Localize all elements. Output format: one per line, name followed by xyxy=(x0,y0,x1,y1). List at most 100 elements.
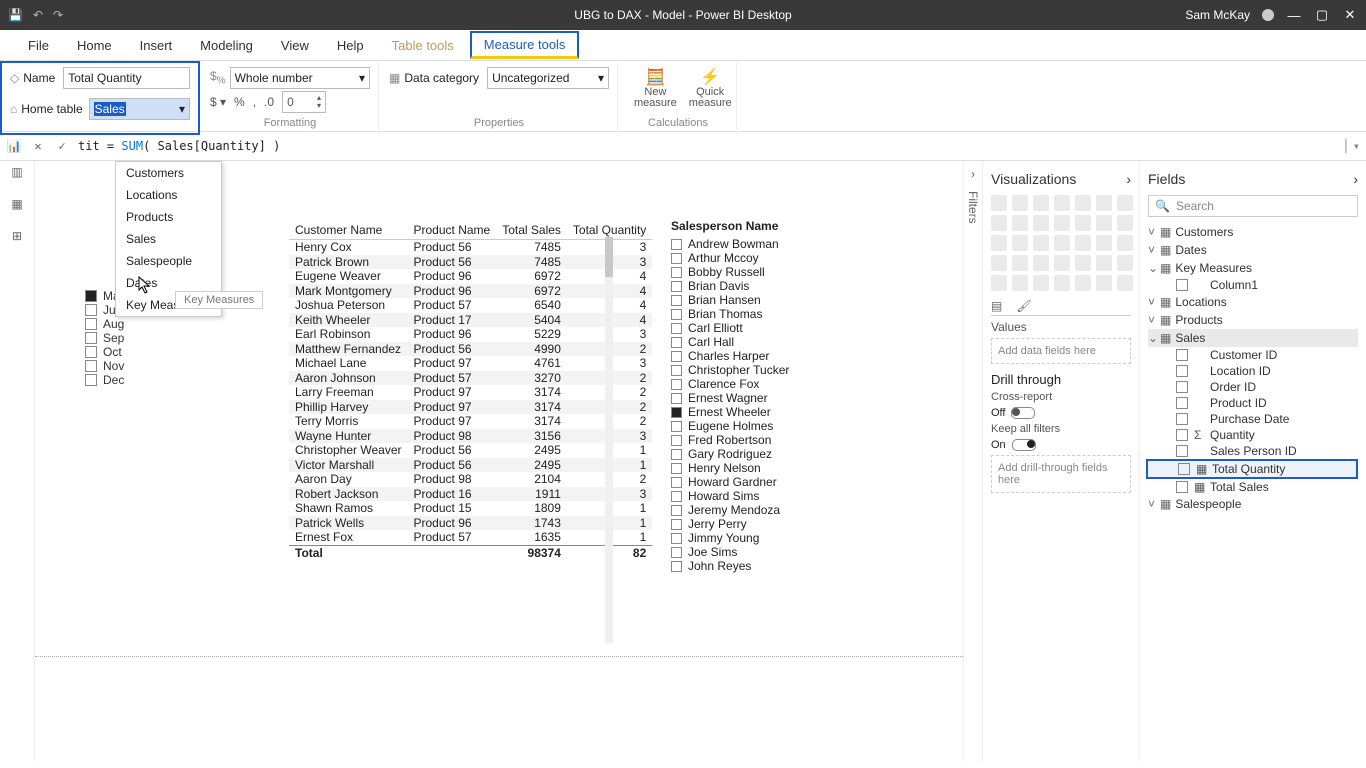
viz-type-button[interactable] xyxy=(1096,275,1112,291)
viz-type-button[interactable] xyxy=(1033,195,1049,211)
fields-table-node[interactable]: ⌄▦ Sales xyxy=(1148,329,1358,347)
salesperson-item[interactable]: John Reyes xyxy=(671,559,789,573)
format-select[interactable]: Whole number▾ xyxy=(230,67,370,89)
table-row[interactable]: Matthew FernandezProduct 5649902 xyxy=(289,342,652,357)
salesperson-item[interactable]: Charles Harper xyxy=(671,349,789,363)
viz-type-button[interactable] xyxy=(1012,195,1028,211)
new-measure-button[interactable]: 🧮 New measure xyxy=(628,67,683,109)
fields-tab-icon[interactable]: ▤ xyxy=(991,299,1002,313)
collapse-viz-icon[interactable]: › xyxy=(1126,171,1131,187)
fields-table-node[interactable]: ⌄▦ Key Measures xyxy=(1148,259,1358,277)
viz-type-button[interactable] xyxy=(991,235,1007,251)
cross-report-toggle[interactable]: Off xyxy=(991,407,1131,419)
values-well[interactable]: Add data fields here xyxy=(991,338,1131,364)
salesperson-item[interactable]: Andrew Bowman xyxy=(671,237,789,251)
hometable-option[interactable]: Salespeople xyxy=(116,250,221,272)
fields-table-node[interactable]: ˅▦ Locations xyxy=(1148,293,1358,311)
salesperson-item[interactable]: Henry Nelson xyxy=(671,461,789,475)
maximize-button[interactable]: ▢ xyxy=(1314,7,1330,23)
table-header[interactable]: Total Sales xyxy=(496,221,567,240)
table-scrollbar[interactable] xyxy=(605,237,613,643)
salesperson-item[interactable]: Jimmy Young xyxy=(671,531,789,545)
table-row[interactable]: Ernest FoxProduct 5716351 xyxy=(289,530,652,545)
viz-type-button[interactable] xyxy=(1054,195,1070,211)
viz-type-button[interactable] xyxy=(1075,275,1091,291)
viz-type-button[interactable] xyxy=(1075,195,1091,211)
salesperson-slicer[interactable]: Salesperson Name Andrew BowmanArthur Mcc… xyxy=(671,219,789,573)
comma-button[interactable]: , xyxy=(253,95,256,109)
hometable-option[interactable]: Products xyxy=(116,206,221,228)
hometable-option[interactable]: Customers xyxy=(116,162,221,184)
data-view-button[interactable]: ▦ xyxy=(11,197,22,211)
salesperson-item[interactable]: Gary Rodriguez xyxy=(671,447,789,461)
currency-button[interactable]: $ ▾ xyxy=(210,95,226,109)
viz-type-button[interactable] xyxy=(1054,235,1070,251)
visualization-picker[interactable] xyxy=(991,195,1131,291)
viz-type-button[interactable] xyxy=(1012,235,1028,251)
fields-field[interactable]: ΣQuantity xyxy=(1148,427,1358,443)
fields-field[interactable]: Column1 xyxy=(1148,277,1358,293)
report-canvas[interactable]: CustomersLocationsProductsSalesSalespeop… xyxy=(35,161,963,761)
table-header[interactable]: Product Name xyxy=(408,221,497,240)
viz-type-button[interactable] xyxy=(1033,215,1049,231)
viz-type-button[interactable] xyxy=(1117,195,1133,211)
viz-type-button[interactable] xyxy=(1117,215,1133,231)
redo-icon[interactable]: ↷ xyxy=(53,8,63,22)
fields-field[interactable]: Order ID xyxy=(1148,379,1358,395)
tab-insert[interactable]: Insert xyxy=(128,32,185,59)
salesperson-item[interactable]: Christopher Tucker xyxy=(671,363,789,377)
format-tab-icon[interactable]: 🖌 xyxy=(1016,299,1031,313)
user-avatar-icon[interactable] xyxy=(1262,9,1274,21)
tab-table-tools[interactable]: Table tools xyxy=(380,32,466,59)
salesperson-item[interactable]: Carl Hall xyxy=(671,335,789,349)
table-row[interactable]: Terry MorrisProduct 9731742 xyxy=(289,414,652,429)
viz-type-button[interactable] xyxy=(1033,235,1049,251)
save-icon[interactable]: 💾 xyxy=(8,8,23,22)
report-view-icon[interactable]: 📊 xyxy=(6,139,22,153)
table-row[interactable]: Shawn RamosProduct 1518091 xyxy=(289,501,652,516)
salesperson-item[interactable]: Fred Robertson xyxy=(671,433,789,447)
table-row[interactable]: Wayne HunterProduct 9831563 xyxy=(289,429,652,444)
cancel-formula-button[interactable]: ✕ xyxy=(30,139,46,153)
viz-type-button[interactable] xyxy=(1033,275,1049,291)
salesperson-item[interactable]: Eugene Holmes xyxy=(671,419,789,433)
salesperson-item[interactable]: Brian Davis xyxy=(671,279,789,293)
fields-search-input[interactable]: 🔍 Search xyxy=(1148,195,1358,217)
percent-button[interactable]: % xyxy=(234,95,245,109)
table-row[interactable]: Keith WheelerProduct 1754044 xyxy=(289,313,652,328)
salesperson-item[interactable]: Carl Elliott xyxy=(671,321,789,335)
salesperson-item[interactable]: Ernest Wheeler xyxy=(671,405,789,419)
viz-type-button[interactable] xyxy=(1012,275,1028,291)
filters-pane-collapsed[interactable]: › Filters xyxy=(963,161,982,761)
month-item[interactable]: Nov xyxy=(85,359,126,373)
tab-help[interactable]: Help xyxy=(325,32,376,59)
month-item[interactable]: Oct xyxy=(85,345,126,359)
viz-type-button[interactable] xyxy=(991,255,1007,271)
viz-type-button[interactable] xyxy=(991,275,1007,291)
viz-type-button[interactable] xyxy=(1075,235,1091,251)
table-row[interactable]: Robert JacksonProduct 1619113 xyxy=(289,487,652,502)
decimals-input[interactable]: 0▴▾ xyxy=(282,91,326,113)
viz-type-button[interactable] xyxy=(1075,255,1091,271)
fields-field[interactable]: Product ID xyxy=(1148,395,1358,411)
salesperson-item[interactable]: Jerry Perry xyxy=(671,517,789,531)
table-row[interactable]: Christopher WeaverProduct 5624951 xyxy=(289,443,652,458)
fields-field[interactable]: ▦Total Sales xyxy=(1148,479,1358,495)
quick-measure-button[interactable]: ⚡ Quick measure xyxy=(683,67,738,109)
salesperson-item[interactable]: Clarence Fox xyxy=(671,377,789,391)
tab-modeling[interactable]: Modeling xyxy=(188,32,265,59)
data-table[interactable]: Customer NameProduct NameTotal SalesTota… xyxy=(289,221,652,560)
table-row[interactable]: Aaron JohnsonProduct 5732702 xyxy=(289,371,652,386)
salesperson-item[interactable]: Howard Sims xyxy=(671,489,789,503)
viz-type-button[interactable] xyxy=(1012,215,1028,231)
keep-filters-toggle[interactable]: On xyxy=(991,439,1131,451)
table-header[interactable]: Customer Name xyxy=(289,221,408,240)
fields-table-node[interactable]: ˅▦ Salespeople xyxy=(1148,495,1358,513)
salesperson-item[interactable]: Ernest Wagner xyxy=(671,391,789,405)
table-row[interactable]: Aaron DayProduct 9821042 xyxy=(289,472,652,487)
datacategory-select[interactable]: Uncategorized▾ xyxy=(487,67,609,89)
fields-field[interactable]: Sales Person ID xyxy=(1148,443,1358,459)
drillthrough-well[interactable]: Add drill-through fields here xyxy=(991,455,1131,493)
table-row[interactable]: Larry FreemanProduct 9731742 xyxy=(289,385,652,400)
report-view-button[interactable]: ▥ xyxy=(11,165,22,179)
